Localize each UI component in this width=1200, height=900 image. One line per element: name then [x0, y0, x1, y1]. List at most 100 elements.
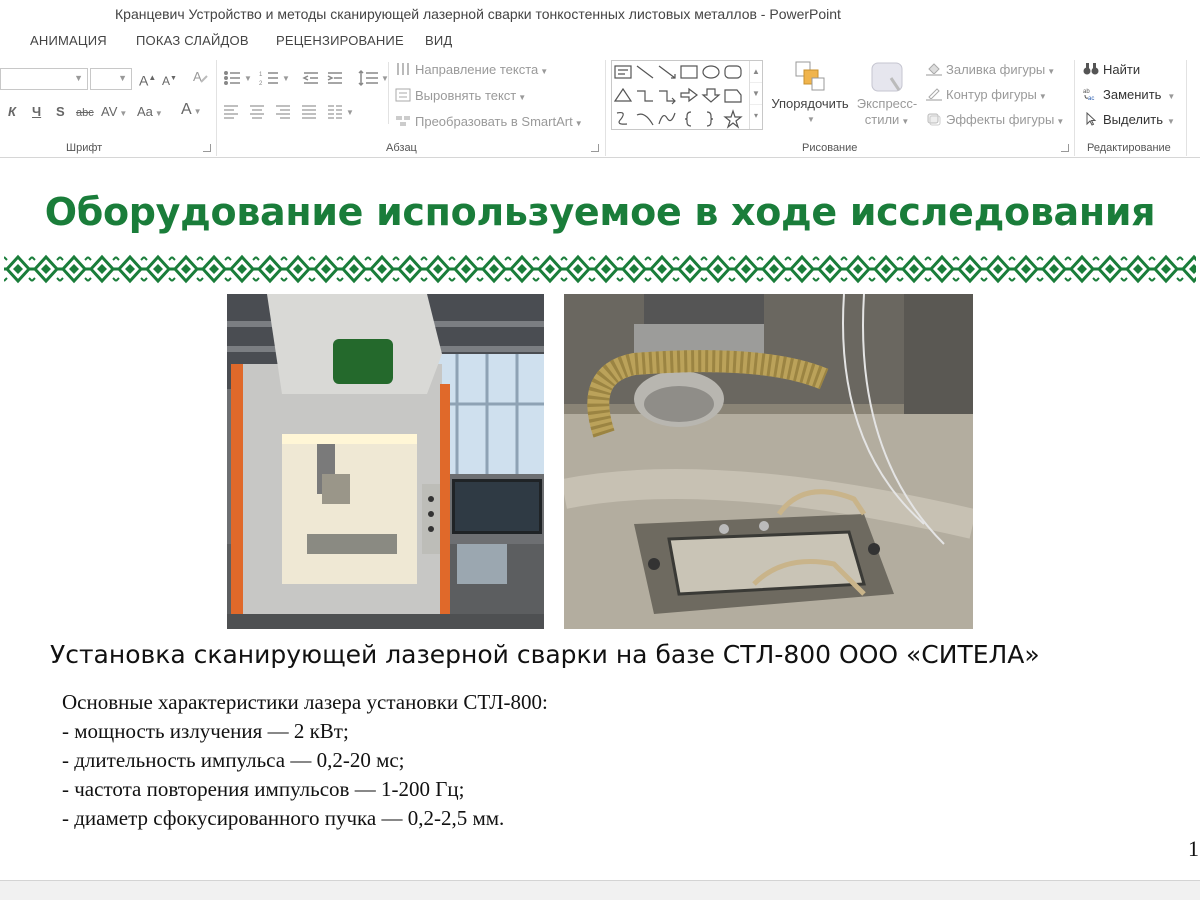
- convert-smartart-button[interactable]: Преобразовать в SmartArt ▼: [395, 112, 583, 134]
- underline-button[interactable]: Ч: [32, 102, 41, 122]
- elbow-arrow-connector-icon[interactable]: [659, 90, 676, 105]
- group-separator: [1186, 60, 1187, 156]
- oval-shape-icon[interactable]: [702, 65, 720, 79]
- text-direction-button[interactable]: Направление текста ▼: [395, 60, 548, 82]
- window-title: Кранцевич Устройство и методы сканирующе…: [115, 6, 841, 22]
- shape-fill-label: Заливка фигуры: [946, 62, 1046, 77]
- character-spacing-button[interactable]: AV ▼: [101, 102, 127, 124]
- photo-welding-fixture[interactable]: [564, 294, 973, 629]
- replace-label: Заменить: [1103, 87, 1162, 102]
- quick-styles-button[interactable]: Экспресс- стили ▼: [852, 60, 922, 130]
- arrow-line-shape-icon[interactable]: [658, 65, 676, 79]
- tab-review[interactable]: РЕЦЕНЗИРОВАНИЕ: [276, 33, 404, 48]
- photo-laser-installation[interactable]: [227, 294, 544, 629]
- italic-button[interactable]: К: [8, 102, 16, 122]
- font-name-combo[interactable]: ▼: [0, 68, 88, 90]
- cursor-arrow-icon: [1086, 112, 1097, 126]
- slide-page-number: 1: [1188, 836, 1199, 861]
- select-label: Выделить: [1103, 112, 1163, 127]
- tab-animation[interactable]: АНИМАЦИЯ: [30, 33, 107, 48]
- effects-icon: [927, 113, 941, 126]
- flowchart-shape-icon[interactable]: [724, 89, 742, 103]
- spacing-label: AV: [101, 104, 118, 119]
- numbering-icon[interactable]: 1 2: [259, 72, 278, 87]
- svg-text:A: A: [193, 69, 202, 84]
- star-shape-icon[interactable]: [723, 109, 743, 129]
- font-size-combo[interactable]: ▼: [90, 68, 132, 90]
- change-case-button[interactable]: Aa ▼: [137, 102, 163, 124]
- align-icons[interactable]: [224, 105, 342, 119]
- increase-indent-icon[interactable]: [327, 72, 342, 84]
- drawing-group-label: Рисование: [802, 142, 858, 154]
- left-brace-icon[interactable]: [684, 111, 692, 127]
- slide-canvas[interactable]: Оборудование используемое в ходе исследо…: [0, 158, 1200, 880]
- rectangle-shape-icon[interactable]: [680, 65, 698, 79]
- status-bar: [0, 880, 1200, 900]
- binoculars-icon: [1083, 63, 1099, 75]
- shape-outline-label: Контур фигуры: [946, 87, 1037, 102]
- group-separator: [216, 60, 217, 156]
- replace-icon: abac: [1083, 89, 1094, 101]
- case-label: Aa: [137, 104, 153, 119]
- smartart-icon: [396, 116, 410, 126]
- right-brace-icon[interactable]: [706, 111, 714, 127]
- grow-font-icon: A: [139, 72, 149, 89]
- arrange-button[interactable]: Упорядочить ▼: [766, 60, 854, 128]
- shape-effects-label: Эффекты фигуры: [946, 112, 1055, 127]
- shrink-font-button[interactable]: A▼: [162, 69, 177, 91]
- line-shape-icon[interactable]: [636, 65, 654, 79]
- tab-view[interactable]: ВИД: [425, 33, 452, 48]
- quick-styles-label-2-text: стили: [864, 112, 900, 127]
- group-separator: [1074, 60, 1075, 156]
- drawing-dialog-launcher[interactable]: [1061, 144, 1069, 152]
- gallery-up-icon[interactable]: ▲: [750, 61, 762, 83]
- triangle-shape-icon[interactable]: [613, 87, 633, 102]
- shape-fill-button[interactable]: Заливка фигуры ▼: [926, 60, 1055, 82]
- gallery-down-icon[interactable]: ▼: [750, 83, 762, 105]
- arrange-icon: [795, 61, 825, 91]
- select-button[interactable]: Выделить ▼: [1083, 110, 1175, 132]
- bullets-icon[interactable]: [224, 71, 241, 85]
- shapes-gallery-scroll[interactable]: ▲ ▼ ▾: [749, 61, 762, 129]
- freeform-shape-icon[interactable]: [616, 112, 628, 125]
- right-arrow-shape-icon[interactable]: [680, 87, 698, 103]
- strikethrough-button[interactable]: abc: [76, 103, 94, 123]
- gallery-more-icon[interactable]: ▾: [750, 105, 762, 127]
- line-spacing-icon[interactable]: [358, 69, 378, 87]
- clear-formatting-button[interactable]: A: [192, 68, 208, 90]
- shapes-gallery[interactable]: ▲ ▼ ▾: [611, 60, 763, 130]
- rounded-rect-shape-icon[interactable]: [724, 65, 742, 79]
- laser-specs-list[interactable]: Основные характеристики лазера установки…: [62, 688, 548, 833]
- grow-font-button[interactable]: A▲: [139, 68, 156, 91]
- find-label: Найти: [1103, 62, 1141, 77]
- svg-text:2: 2: [259, 81, 263, 87]
- curve-shape-icon[interactable]: [658, 112, 676, 125]
- shape-outline-button[interactable]: Контур фигуры ▼: [926, 85, 1047, 107]
- tab-slideshow[interactable]: ПОКАЗ СЛАЙДОВ: [136, 33, 249, 48]
- ribbon-tabs: АНИМАЦИЯ ПОКАЗ СЛАЙДОВ РЕЦЕНЗИРОВАНИЕ ВИ…: [0, 30, 1200, 54]
- font-color-button[interactable]: A ▼: [181, 100, 202, 122]
- specs-heading: Основные характеристики лазера установки…: [62, 690, 548, 714]
- slide-title[interactable]: Оборудование используемое в ходе исследо…: [0, 190, 1200, 234]
- svg-text:▼: ▼: [282, 74, 290, 83]
- paragraph-dialog-launcher[interactable]: [591, 144, 599, 152]
- replace-button[interactable]: ab ac Заменить ▼: [1083, 85, 1175, 107]
- arc-shape-icon[interactable]: [636, 113, 654, 126]
- down-arrow-shape-icon[interactable]: [701, 88, 721, 103]
- shape-effects-button[interactable]: Эффекты фигуры ▼: [926, 110, 1064, 132]
- elbow-connector-icon[interactable]: [637, 90, 653, 102]
- decrease-indent-icon[interactable]: [302, 72, 318, 84]
- font-color-icon: A: [181, 101, 192, 118]
- spec-item: - частота повторения импульсов — 1-200 Г…: [62, 777, 465, 801]
- textbox-shape-icon[interactable]: [614, 65, 632, 79]
- quick-styles-label-2: стили ▼: [864, 112, 910, 127]
- para-inner-separator: [388, 62, 389, 124]
- photo-caption[interactable]: Установка сканирующей лазерной сварки на…: [50, 640, 1040, 669]
- align-text-button[interactable]: Выровнять текст ▼: [395, 86, 526, 108]
- find-button[interactable]: Найти: [1083, 60, 1140, 80]
- pen-outline-icon: [926, 88, 942, 101]
- shadow-button[interactable]: S: [56, 102, 65, 122]
- installation-image: [227, 294, 544, 629]
- font-dialog-launcher[interactable]: [203, 144, 211, 152]
- font-group-label: Шрифт: [66, 142, 103, 154]
